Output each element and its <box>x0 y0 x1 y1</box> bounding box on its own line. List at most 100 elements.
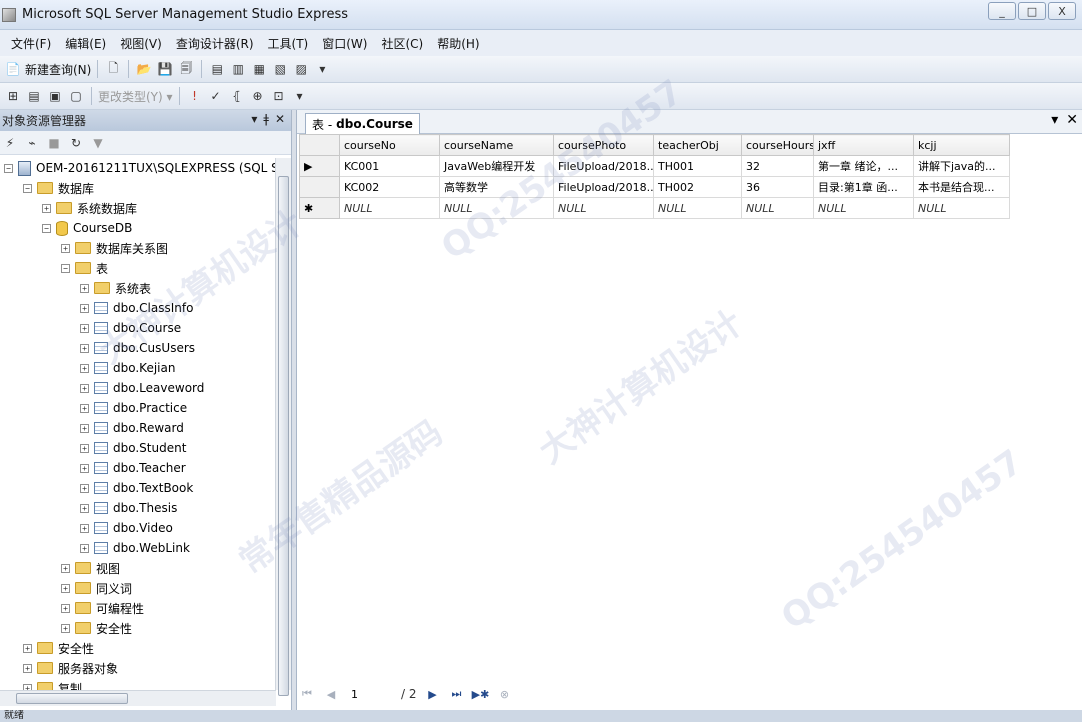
save-all-icon[interactable]: 🗐 <box>177 60 195 78</box>
results-pane-icon[interactable]: ▢ <box>67 87 85 105</box>
collapse-icon[interactable]: − <box>23 183 32 193</box>
grid-cell[interactable]: NULL <box>553 197 654 219</box>
new-file-icon[interactable]: 🗋 <box>104 60 122 78</box>
execute-sql-icon[interactable]: ! <box>186 87 204 105</box>
grid-cell[interactable]: NULL <box>913 197 1010 219</box>
new-query-icon[interactable]: 📄 <box>4 60 22 78</box>
tab-dbo-course[interactable]: 表 - dbo.Course <box>305 113 420 134</box>
tree-node[interactable]: + dbo.CusUsers <box>80 338 195 358</box>
tree-node[interactable]: + 安全性 <box>61 618 132 638</box>
grid-cell[interactable]: FileUpload/2018... <box>553 176 654 198</box>
column-header[interactable]: jxff <box>813 134 914 156</box>
collapse-icon[interactable]: − <box>4 163 13 173</box>
expand-icon[interactable]: + <box>80 283 89 293</box>
menu-tools[interactable]: 工具(T) <box>261 35 316 52</box>
menu-query-designer[interactable]: 查询设计器(R) <box>169 35 261 52</box>
grid-cell[interactable]: NULL <box>813 197 914 219</box>
connect-icon[interactable]: ⚡ <box>2 135 18 151</box>
new-record-icon[interactable]: ▶✱ <box>472 686 490 702</box>
tree-node[interactable]: + 系统表 <box>80 278 151 298</box>
last-record-icon[interactable]: ⏭ <box>449 686 465 702</box>
expand-icon[interactable]: + <box>80 423 89 433</box>
tree-node[interactable]: + 可编程性 <box>61 598 144 618</box>
menu-view[interactable]: 视图(V) <box>113 35 169 52</box>
grid-cell[interactable]: 讲解下java的... <box>913 155 1010 177</box>
expand-icon[interactable]: + <box>61 603 70 613</box>
expand-icon[interactable]: + <box>42 203 51 213</box>
menu-window[interactable]: 窗口(W) <box>315 35 374 52</box>
refresh-icon[interactable]: ↻ <box>68 135 84 151</box>
expand-icon[interactable]: + <box>80 463 89 473</box>
tree-node[interactable]: + 同义词 <box>61 578 132 598</box>
change-type-dropdown[interactable]: 更改类型(Y) ▾ <box>98 88 173 105</box>
next-record-icon[interactable]: ▶ <box>425 686 441 702</box>
panel-dropdown-icon[interactable]: ▾ <box>251 112 257 126</box>
scrollbar-thumb[interactable] <box>278 176 289 696</box>
grid-cell[interactable]: 36 <box>741 176 814 198</box>
table-row[interactable]: ▶ KC001 JavaWeb编程开发 FileUpload/2018... TH001… <box>299 155 1010 177</box>
tree-node[interactable]: + dbo.Student <box>80 438 186 458</box>
current-record-input[interactable] <box>347 686 393 702</box>
column-header[interactable]: courseHours <box>741 134 814 156</box>
table-row[interactable]: ✱ NULL NULL NULL NULL NULL NULL NULL <box>299 197 1010 219</box>
registered-servers-icon[interactable]: ▤ <box>208 60 226 78</box>
collapse-icon[interactable]: − <box>42 223 51 233</box>
object-explorer-icon[interactable]: ▥ <box>229 60 247 78</box>
menu-help[interactable]: 帮助(H) <box>430 35 486 52</box>
save-icon[interactable]: 💾 <box>156 60 174 78</box>
expand-icon[interactable]: + <box>80 363 89 373</box>
vertical-scrollbar[interactable] <box>275 158 291 696</box>
toolbar-overflow-icon[interactable]: ▾ <box>313 60 331 78</box>
tree-node[interactable]: + dbo.Video <box>80 518 173 538</box>
disconnect-icon[interactable]: ⌁ <box>24 135 40 151</box>
expand-icon[interactable]: + <box>80 323 89 333</box>
open-folder-icon[interactable]: 📂 <box>135 60 153 78</box>
column-header[interactable]: teacherObj <box>653 134 742 156</box>
tree-node[interactable]: + dbo.Thesis <box>80 498 177 518</box>
column-header[interactable]: coursePhoto <box>553 134 654 156</box>
add-derived-table-icon[interactable]: ⊡ <box>270 87 288 105</box>
scrollbar-thumb[interactable] <box>16 693 128 704</box>
expand-icon[interactable]: + <box>80 443 89 453</box>
new-row-indicator-icon[interactable]: ✱ <box>299 197 340 219</box>
grid-cell[interactable]: TH002 <box>653 176 742 198</box>
verify-sql-icon[interactable]: ✓ <box>207 87 225 105</box>
tab-close-icon[interactable]: ✕ <box>1066 112 1078 128</box>
group-by-icon[interactable]: ⦃ <box>228 87 246 105</box>
expand-icon[interactable]: + <box>61 623 70 633</box>
tree-node[interactable]: + 数据库关系图 <box>61 238 168 258</box>
template-explorer-icon[interactable]: ▦ <box>250 60 268 78</box>
expand-icon[interactable]: + <box>23 643 32 653</box>
expand-icon[interactable]: + <box>80 483 89 493</box>
toolbar-overflow-icon[interactable]: ▾ <box>291 87 309 105</box>
grid-cell[interactable]: JavaWeb编程开发 <box>439 155 554 177</box>
tree-node[interactable]: + 安全性 <box>23 638 94 658</box>
grid-cell[interactable]: 本书是结合现... <box>913 176 1010 198</box>
grid-cell[interactable]: KC002 <box>339 176 440 198</box>
expand-icon[interactable]: + <box>80 303 89 313</box>
grid-cell[interactable]: KC001 <box>339 155 440 177</box>
tree-node[interactable]: + dbo.Practice <box>80 398 187 418</box>
toolbox-icon[interactable]: ▨ <box>292 60 310 78</box>
sql-pane-icon[interactable]: ▣ <box>46 87 64 105</box>
criteria-pane-icon[interactable]: ▤ <box>25 87 43 105</box>
tree-node[interactable]: + dbo.Kejian <box>80 358 175 378</box>
tree-node[interactable]: + 复制 <box>23 678 82 690</box>
column-header[interactable]: kcjj <box>913 134 1010 156</box>
column-header[interactable]: courseName <box>439 134 554 156</box>
current-row-indicator-icon[interactable]: ▶ <box>299 155 340 177</box>
table-row[interactable]: KC002 高等数学 FileUpload/2018... TH002 36 目录:第1章… <box>299 176 1010 198</box>
filter-icon[interactable]: ▼ <box>90 135 106 151</box>
grid-cell[interactable]: TH001 <box>653 155 742 177</box>
first-record-icon[interactable]: ⏮ <box>299 686 315 702</box>
new-query-button[interactable]: 新建查询(N) <box>25 61 91 78</box>
tree-node[interactable]: − CourseDB <box>42 218 132 238</box>
tree-node[interactable]: + dbo.ClassInfo <box>80 298 193 318</box>
close-button[interactable]: X <box>1048 2 1076 20</box>
tree-node[interactable]: + dbo.Leaveword <box>80 378 204 398</box>
expand-icon[interactable]: + <box>80 523 89 533</box>
grid-cell[interactable]: NULL <box>653 197 742 219</box>
tree-node[interactable]: + 服务器对象 <box>23 658 118 678</box>
tree-node[interactable]: + dbo.Teacher <box>80 458 186 478</box>
grid-cell[interactable]: NULL <box>439 197 554 219</box>
